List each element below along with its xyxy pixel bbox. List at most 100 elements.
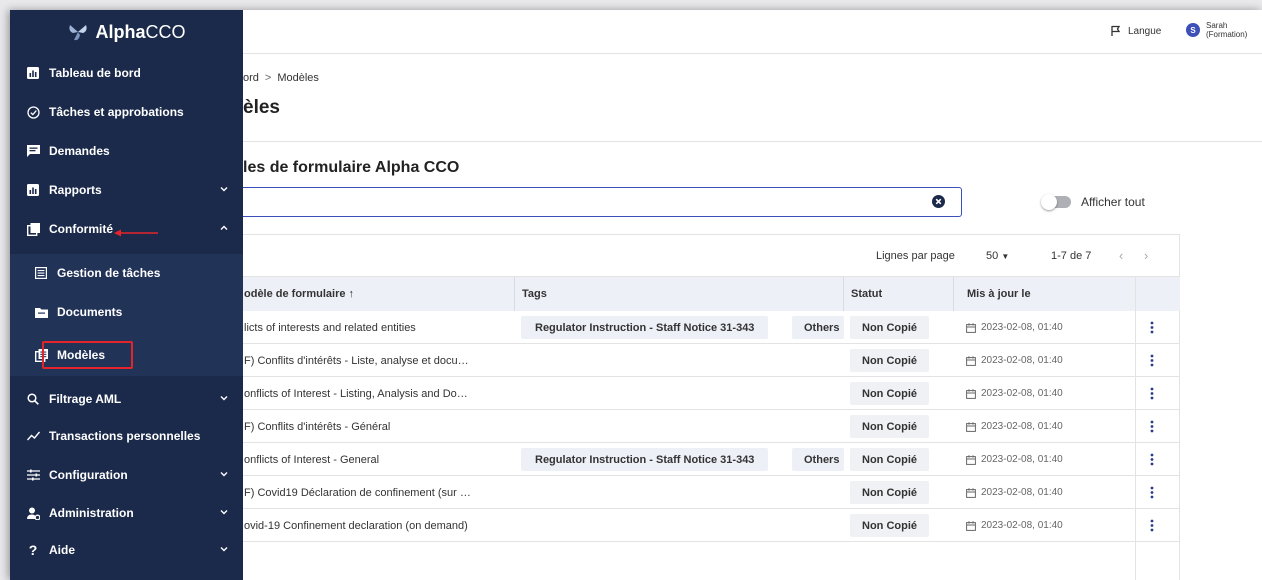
- table-row[interactable]: ovid-19 Confinement declaration (on dema…: [238, 509, 1180, 542]
- rows-per-page-select[interactable]: 50 ▼: [986, 250, 1009, 262]
- tag-chip: Regulator Instruction - Staff Notice 31-…: [521, 448, 769, 471]
- template-name[interactable]: F) Covid19 Déclaration de confinement (s…: [244, 487, 471, 499]
- date-text: 2023-02-08, 01:40: [981, 421, 1063, 432]
- avatar: S: [1186, 23, 1200, 37]
- table-row[interactable]: onflicts of Interest - General Regulator …: [238, 443, 1180, 476]
- user-gear-icon: [26, 506, 40, 520]
- actions-column-divider: [1135, 277, 1136, 580]
- column-header-tags[interactable]: Tags: [522, 288, 547, 300]
- sidebar-item-label: Filtrage AML: [49, 392, 122, 406]
- section-title: les de formulaire Alpha CCO: [243, 159, 460, 176]
- tag-chip: Others: [792, 316, 844, 339]
- caret-down-icon: ▼: [1001, 252, 1010, 261]
- sidebar-item-configuration[interactable]: Configuration: [10, 456, 243, 494]
- app-logo[interactable]: AlphaCCO: [10, 10, 243, 54]
- chevron-down-icon[interactable]: [219, 469, 229, 479]
- sidebar-item-task-management[interactable]: Gestion de tâches: [10, 254, 243, 292]
- template-name[interactable]: F) Conflits d'intérêts - Liste, analyse …: [244, 355, 469, 367]
- search-input[interactable]: [237, 187, 962, 217]
- sidebar-item-label: Configuration: [49, 468, 128, 482]
- column-header-name[interactable]: odèle de formulaire ↑: [244, 288, 354, 300]
- sidebar-item-documents[interactable]: Documents: [10, 293, 243, 331]
- calendar-icon: [966, 355, 976, 366]
- check-circle-icon: [26, 105, 40, 119]
- sidebar-item-help[interactable]: ? Aide: [10, 531, 243, 569]
- column-header-status[interactable]: Statut: [851, 288, 882, 300]
- sidebar: AlphaCCO Tableau de bord Tâches et appro…: [10, 10, 243, 580]
- sidebar-item-dashboard[interactable]: Tableau de bord: [10, 54, 243, 92]
- table-row[interactable]: F) Conflits d'intérêts - Général Non Copi…: [238, 410, 1180, 443]
- calendar-icon: [966, 487, 976, 498]
- flag-icon: [1111, 25, 1121, 36]
- sidebar-item-label: Demandes: [49, 144, 110, 158]
- page-range: 1-7 de 7: [1051, 250, 1092, 262]
- sidebar-item-administration[interactable]: Administration: [10, 494, 243, 532]
- sidebar-item-tasks-approvals[interactable]: Tâches et approbations: [10, 93, 243, 131]
- calendar-icon: [966, 520, 976, 531]
- breadcrumb-separator: >: [264, 72, 272, 84]
- sidebar-item-requests[interactable]: Demandes: [10, 132, 243, 170]
- status-badge: Non Copié: [850, 382, 929, 405]
- user-first-name: Sarah: [1206, 21, 1228, 30]
- more-vertical-icon[interactable]: [1150, 354, 1154, 367]
- more-vertical-icon[interactable]: [1150, 486, 1154, 499]
- more-vertical-icon[interactable]: [1150, 420, 1154, 433]
- folder-icon: [34, 305, 48, 319]
- table-row[interactable]: onflicts of Interest - Listing, Analysis…: [238, 377, 1180, 410]
- template-name[interactable]: onflicts of Interest - Listing, Analysis…: [244, 388, 468, 400]
- user-menu[interactable]: S Sarah (Formation): [1186, 21, 1247, 39]
- language-button[interactable]: Langue: [1110, 25, 1161, 37]
- column-divider: [843, 277, 844, 311]
- template-name[interactable]: F) Conflits d'intérêts - Général: [244, 421, 390, 433]
- more-vertical-icon[interactable]: [1150, 321, 1154, 334]
- column-header-updated[interactable]: Mis à jour le: [967, 288, 1031, 300]
- date-text: 2023-02-08, 01:40: [981, 355, 1063, 366]
- template-name[interactable]: onflicts of Interest - General: [244, 454, 379, 466]
- sidebar-item-label: Documents: [57, 305, 123, 319]
- sidebar-item-label: Tableau de bord: [49, 66, 141, 80]
- template-name[interactable]: ovid-19 Confinement declaration (on dema…: [244, 520, 468, 532]
- show-all-toggle[interactable]: Afficher tout: [1041, 194, 1145, 210]
- more-vertical-icon[interactable]: [1150, 387, 1154, 400]
- next-page-icon[interactable]: ›: [1144, 248, 1148, 263]
- more-vertical-icon[interactable]: [1150, 453, 1154, 466]
- table-row[interactable]: licts of interests and related entities R…: [238, 311, 1180, 344]
- updated-date: 2023-02-08, 01:40: [966, 388, 1063, 399]
- tag-chip: Regulator Instruction - Staff Notice 31-…: [521, 316, 769, 339]
- chevron-down-icon[interactable]: [219, 507, 229, 517]
- app-window: Langue S Sarah (Formation) AlphaCCO Tabl…: [10, 10, 1262, 580]
- table-header: odèle de formulaire ↑ Tags Statut Mis à …: [238, 277, 1180, 311]
- copy-icon: [26, 222, 40, 236]
- divider: [233, 141, 1262, 142]
- sidebar-item-aml-screening[interactable]: Filtrage AML: [10, 380, 243, 418]
- chevron-down-icon[interactable]: [219, 544, 229, 554]
- table-row[interactable]: F) Conflits d'intérêts - Liste, analyse …: [238, 344, 1180, 377]
- user-role: (Formation): [1206, 30, 1248, 39]
- breadcrumb: ord > Modèles: [243, 72, 319, 84]
- chevron-down-icon[interactable]: [219, 184, 229, 194]
- chevron-up-icon[interactable]: [219, 223, 229, 233]
- chevron-down-icon[interactable]: [219, 393, 229, 403]
- user-name: Sarah (Formation): [1206, 21, 1247, 39]
- bar-chart-icon: [26, 66, 40, 80]
- prev-page-icon[interactable]: ‹: [1119, 248, 1123, 263]
- calendar-icon: [966, 388, 976, 399]
- table-row[interactable]: F) Covid19 Déclaration de confinement (s…: [238, 476, 1180, 509]
- red-arrow-annotation: [114, 229, 158, 237]
- date-text: 2023-02-08, 01:40: [981, 454, 1063, 465]
- updated-date: 2023-02-08, 01:40: [966, 454, 1063, 465]
- calendar-icon: [966, 421, 976, 432]
- more-vertical-icon[interactable]: [1150, 519, 1154, 532]
- sidebar-item-personal-transactions[interactable]: Transactions personnelles: [10, 417, 243, 455]
- status-badge: Non Copié: [850, 316, 929, 339]
- toggle-switch[interactable]: [1041, 194, 1071, 210]
- clear-search-icon[interactable]: [932, 195, 945, 208]
- status-badge: Non Copié: [850, 415, 929, 438]
- search-icon: [26, 392, 40, 406]
- sidebar-item-reports[interactable]: Rapports: [10, 171, 243, 209]
- updated-date: 2023-02-08, 01:40: [966, 487, 1063, 498]
- template-name[interactable]: licts of interests and related entities: [244, 322, 416, 334]
- date-text: 2023-02-08, 01:40: [981, 487, 1063, 498]
- breadcrumb-parent[interactable]: ord: [243, 72, 259, 84]
- sidebar-item-label: Administration: [49, 506, 134, 520]
